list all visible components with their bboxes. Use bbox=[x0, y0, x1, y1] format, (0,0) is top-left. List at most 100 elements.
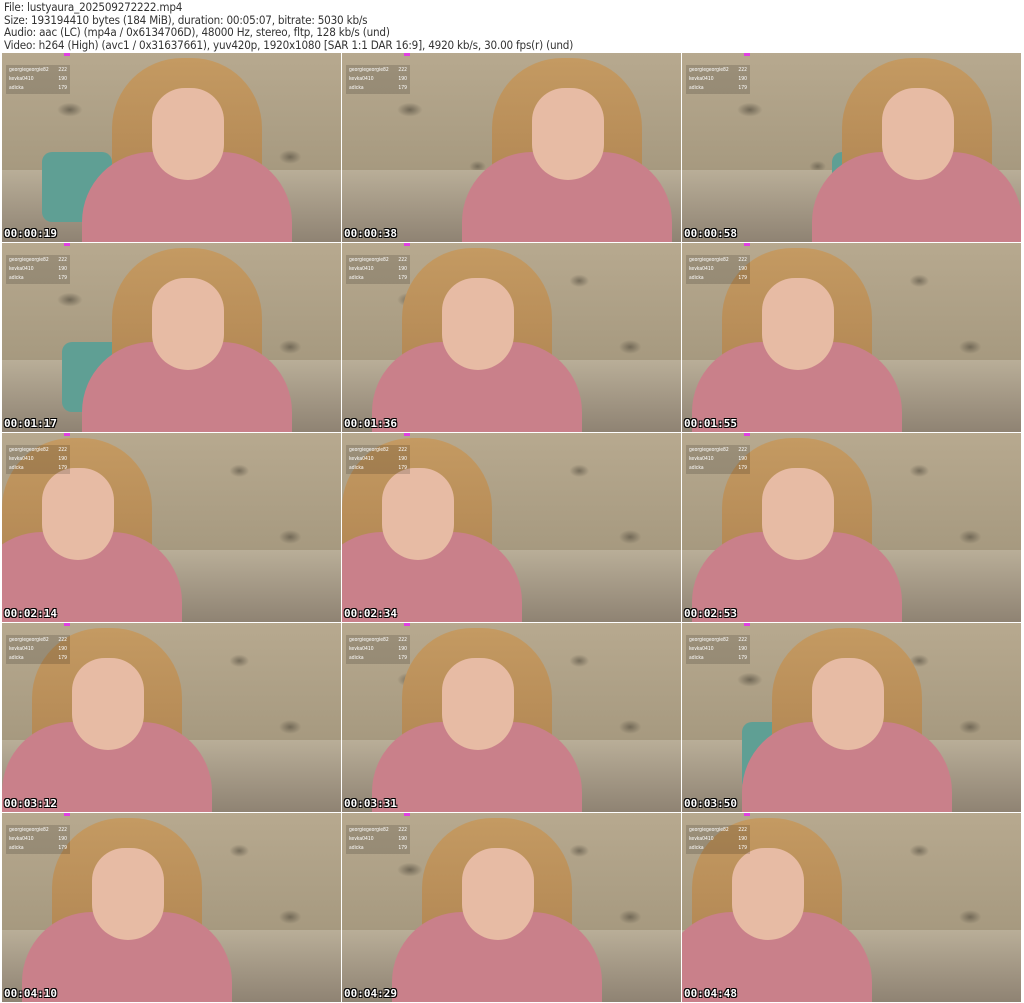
leaderboard-row: georgiegeorgie82 222 bbox=[9, 636, 67, 645]
leaderboard-name: georgiegeorgie82 bbox=[689, 257, 729, 263]
file-name: File: lustyaura_202509272222.mp4 bbox=[4, 0, 183, 14]
leaderboard-score: 179 bbox=[398, 845, 407, 851]
leaderboard-score: 222 bbox=[398, 257, 407, 263]
video-thumbnail[interactable]: georgiegeorgie82 222 kevka0410 190 adicka 179… bbox=[2, 813, 341, 1002]
timestamp: 00:00:38 bbox=[344, 227, 397, 240]
leaderboard-overlay: georgiegeorgie82 222 kevka0410 190 adicka 179 bbox=[686, 825, 750, 854]
pink-marker bbox=[404, 623, 410, 626]
video-thumbnail[interactable]: georgiegeorgie82 222 kevka0410 190 adicka 179… bbox=[682, 623, 1021, 812]
leaderboard-name: kevka0410 bbox=[9, 456, 34, 462]
timestamp: 00:01:17 bbox=[4, 417, 57, 430]
pink-marker bbox=[744, 53, 750, 56]
leaderboard-score: 222 bbox=[398, 447, 407, 453]
leaderboard-score: 222 bbox=[58, 67, 67, 73]
leaderboard-row: georgiegeorgie82 222 bbox=[349, 636, 407, 645]
timestamp: 00:02:14 bbox=[4, 607, 57, 620]
person-face bbox=[532, 88, 604, 180]
leaderboard-row: kevka0410 190 bbox=[349, 265, 407, 274]
video-thumbnail[interactable]: georgiegeorgie82 222 kevka0410 190 adicka 179… bbox=[2, 433, 341, 622]
leaderboard-score: 222 bbox=[58, 637, 67, 643]
leaderboard-score: 190 bbox=[58, 76, 67, 82]
leaderboard-name: georgiegeorgie82 bbox=[689, 827, 729, 833]
leaderboard-row: kevka0410 190 bbox=[349, 455, 407, 464]
video-thumbnail[interactable]: georgiegeorgie82 222 kevka0410 190 adicka 179… bbox=[342, 243, 681, 432]
leaderboard-score: 222 bbox=[398, 827, 407, 833]
leaderboard-name: kevka0410 bbox=[689, 646, 714, 652]
video-thumbnail[interactable]: georgiegeorgie82 222 kevka0410 190 adicka 179… bbox=[682, 243, 1021, 432]
video-thumbnail[interactable]: georgiegeorgie82 222 kevka0410 190 adicka 179… bbox=[2, 53, 341, 242]
leaderboard-row: adicka 179 bbox=[689, 84, 747, 93]
person-face bbox=[442, 658, 514, 750]
leaderboard-score: 222 bbox=[58, 257, 67, 263]
leaderboard-row: kevka0410 190 bbox=[689, 75, 747, 84]
leaderboard-name: adicka bbox=[9, 655, 24, 661]
leaderboard-name: adicka bbox=[9, 845, 24, 851]
leaderboard-overlay: georgiegeorgie82 222 kevka0410 190 adicka 179 bbox=[346, 825, 410, 854]
leaderboard-name: georgiegeorgie82 bbox=[9, 637, 49, 643]
video-thumbnail[interactable]: georgiegeorgie82 222 kevka0410 190 adicka 179… bbox=[682, 53, 1021, 242]
leaderboard-overlay: georgiegeorgie82 222 kevka0410 190 adicka 179 bbox=[686, 445, 750, 474]
leaderboard-score: 190 bbox=[398, 266, 407, 272]
video-thumbnail[interactable]: georgiegeorgie82 222 kevka0410 190 adicka 179… bbox=[342, 53, 681, 242]
pink-marker bbox=[64, 623, 70, 626]
person-face bbox=[42, 468, 114, 560]
leaderboard-score: 179 bbox=[738, 845, 747, 851]
person-face bbox=[92, 848, 164, 940]
leaderboard-name: adicka bbox=[9, 465, 24, 471]
leaderboard-overlay: georgiegeorgie82 222 kevka0410 190 adicka 179 bbox=[346, 635, 410, 664]
leaderboard-overlay: georgiegeorgie82 222 kevka0410 190 adicka 179 bbox=[346, 255, 410, 284]
video-thumbnail[interactable]: georgiegeorgie82 222 kevka0410 190 adicka 179… bbox=[342, 623, 681, 812]
video-thumbnail[interactable]: georgiegeorgie82 222 kevka0410 190 adicka 179… bbox=[682, 433, 1021, 622]
leaderboard-score: 222 bbox=[738, 827, 747, 833]
leaderboard-score: 190 bbox=[738, 456, 747, 462]
person-face bbox=[72, 658, 144, 750]
leaderboard-name: georgiegeorgie82 bbox=[9, 827, 49, 833]
video-thumbnail[interactable]: georgiegeorgie82 222 kevka0410 190 adicka 179… bbox=[682, 813, 1021, 1002]
leaderboard-overlay: georgiegeorgie82 222 kevka0410 190 adicka 179 bbox=[346, 445, 410, 474]
person-face bbox=[812, 658, 884, 750]
leaderboard-name: adicka bbox=[689, 465, 704, 471]
pink-marker bbox=[744, 813, 750, 816]
person-face bbox=[762, 278, 834, 370]
leaderboard-row: kevka0410 190 bbox=[349, 645, 407, 654]
timestamp: 00:01:36 bbox=[344, 417, 397, 430]
video-thumbnail[interactable]: georgiegeorgie82 222 kevka0410 190 adicka 179… bbox=[342, 433, 681, 622]
leaderboard-name: kevka0410 bbox=[349, 646, 374, 652]
leaderboard-name: georgiegeorgie82 bbox=[9, 447, 49, 453]
leaderboard-name: adicka bbox=[689, 275, 704, 281]
pink-marker bbox=[64, 813, 70, 816]
leaderboard-overlay: georgiegeorgie82 222 kevka0410 190 adicka 179 bbox=[6, 255, 70, 284]
leaderboard-score: 190 bbox=[58, 456, 67, 462]
leaderboard-name: adicka bbox=[349, 85, 364, 91]
leaderboard-row: kevka0410 190 bbox=[689, 835, 747, 844]
leaderboard-score: 222 bbox=[738, 67, 747, 73]
leaderboard-name: georgiegeorgie82 bbox=[349, 637, 389, 643]
video-thumbnail[interactable]: georgiegeorgie82 222 kevka0410 190 adicka 179… bbox=[2, 623, 341, 812]
video-thumbnail[interactable]: georgiegeorgie82 222 kevka0410 190 adicka 179… bbox=[342, 813, 681, 1002]
leaderboard-row: adicka 179 bbox=[349, 654, 407, 663]
leaderboard-row: georgiegeorgie82 222 bbox=[689, 446, 747, 455]
person-face bbox=[152, 88, 224, 180]
leaderboard-score: 222 bbox=[58, 447, 67, 453]
audio-info: Audio: aac (LC) (mp4a / 0x6134706D), 480… bbox=[4, 25, 390, 40]
leaderboard-name: georgiegeorgie82 bbox=[349, 827, 389, 833]
leaderboard-overlay: georgiegeorgie82 222 kevka0410 190 adicka 179 bbox=[6, 445, 70, 474]
leaderboard-row: georgiegeorgie82 222 bbox=[689, 66, 747, 75]
leaderboard-name: kevka0410 bbox=[349, 836, 374, 842]
leaderboard-name: adicka bbox=[689, 845, 704, 851]
video-thumbnail[interactable]: georgiegeorgie82 222 kevka0410 190 adicka 179… bbox=[2, 243, 341, 432]
leaderboard-score: 222 bbox=[398, 67, 407, 73]
leaderboard-row: adicka 179 bbox=[9, 844, 67, 853]
pink-marker bbox=[404, 813, 410, 816]
leaderboard-name: kevka0410 bbox=[689, 266, 714, 272]
leaderboard-name: kevka0410 bbox=[9, 266, 34, 272]
pink-marker bbox=[404, 53, 410, 56]
timestamp: 00:04:48 bbox=[684, 987, 737, 1000]
timestamp: 00:00:19 bbox=[4, 227, 57, 240]
leaderboard-row: adicka 179 bbox=[689, 464, 747, 473]
leaderboard-row: kevka0410 190 bbox=[9, 645, 67, 654]
leaderboard-score: 179 bbox=[398, 85, 407, 91]
leaderboard-row: adicka 179 bbox=[9, 274, 67, 283]
leaderboard-overlay: georgiegeorgie82 222 kevka0410 190 adicka 179 bbox=[6, 635, 70, 664]
leaderboard-name: kevka0410 bbox=[9, 836, 34, 842]
